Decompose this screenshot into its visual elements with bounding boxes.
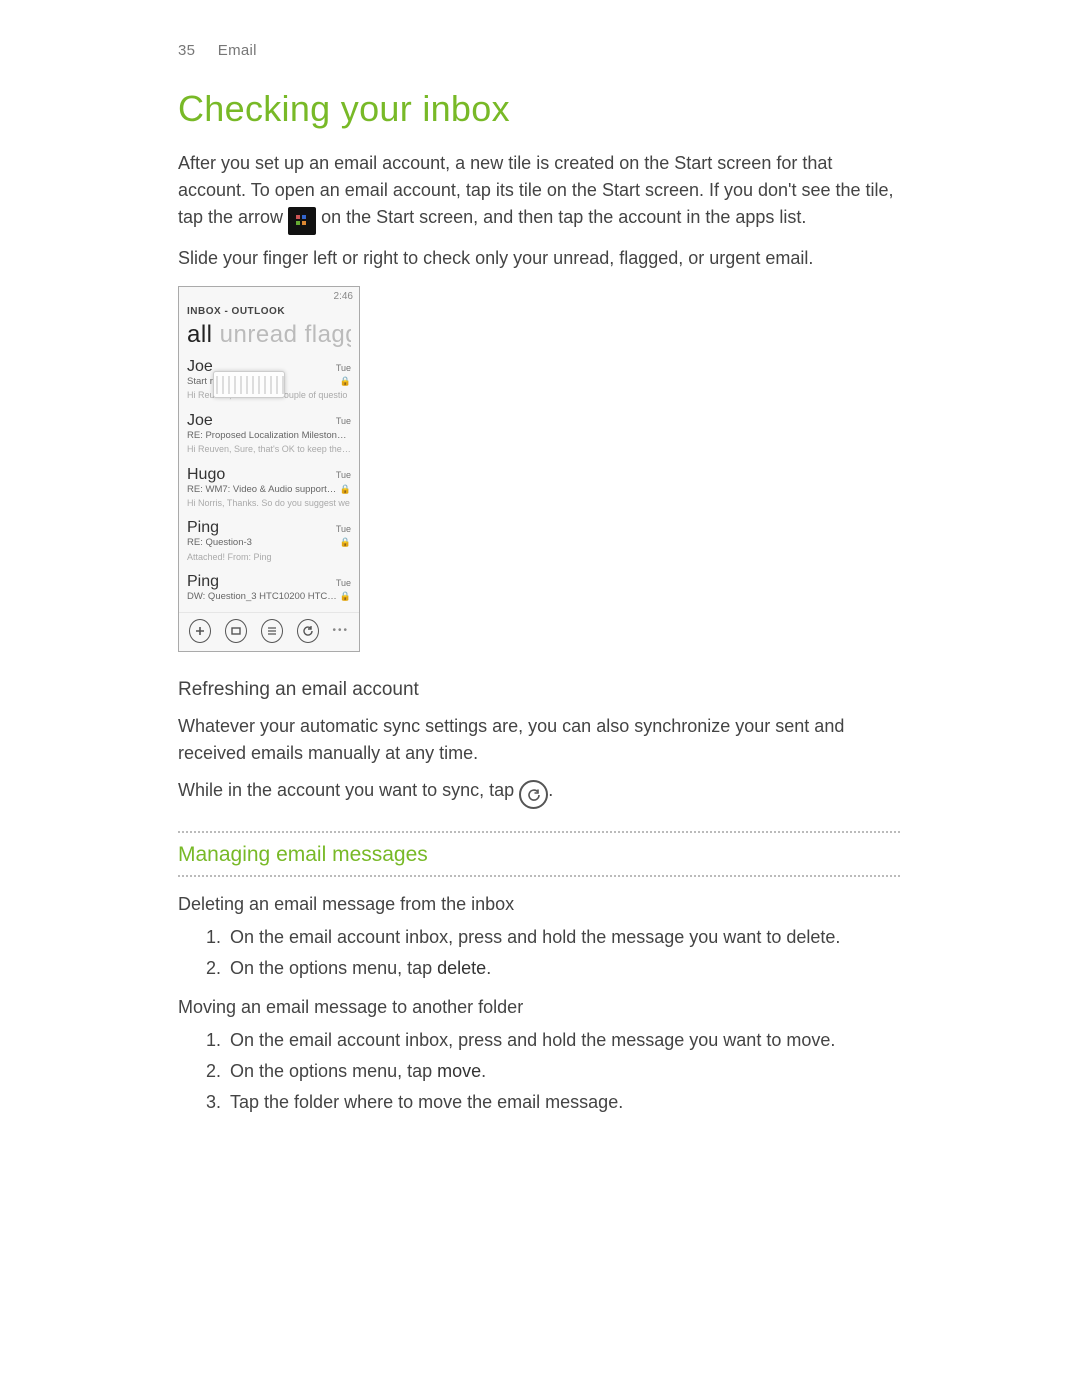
move-heading: Moving an email message to another folde… — [178, 994, 900, 1021]
move-steps: On the email account inbox, press and ho… — [178, 1027, 900, 1116]
phone-msg-sender: Joe — [187, 359, 213, 375]
refresh-heading: Refreshing an email account — [178, 676, 900, 705]
list-item: Tap the folder where to move the email m… — [226, 1089, 900, 1116]
phone-message: Joe Tue RE: Proposed Localization Milest… — [187, 407, 351, 461]
running-header: 35 Email — [178, 40, 900, 63]
section-name: Email — [218, 42, 257, 59]
phone-pivot-selected: all — [187, 321, 213, 348]
page: 35 Email Checking your inbox After you s… — [0, 0, 1080, 1397]
phone-message: Hugo Tue RE: WM7: Video & Audio supporte… — [187, 461, 351, 515]
sync-icon — [297, 619, 319, 643]
phone-msg-day: Tue — [336, 523, 351, 537]
phone-pivot-rest: unread flagg — [213, 321, 351, 348]
step-text: On the options menu, tap — [230, 958, 437, 978]
lock-icon: 🔒 — [340, 590, 351, 604]
refresh-2b: . — [548, 780, 553, 800]
list-item: On the options menu, tap delete. — [226, 955, 900, 982]
phone-msg-day: Tue — [336, 415, 351, 429]
list-item: On the email account inbox, press and ho… — [226, 1027, 900, 1054]
arrow-tile-icon — [288, 207, 316, 235]
phone-message: Ping Tue RE: Question-3 🔒 Attached! From… — [187, 514, 351, 568]
lock-icon: 🔒 — [340, 375, 351, 389]
intro-1b: on the Start screen, and then tap the ac… — [321, 207, 806, 227]
phone-msg-sender: Joe — [187, 413, 213, 429]
phone-msg-preview: Hi Norris, Thanks. So do you suggest we — [187, 497, 351, 511]
phone-msg-preview: Attached! From: Ping — [187, 551, 351, 565]
refresh-body-2: While in the account you want to sync, t… — [178, 777, 900, 810]
managing-heading: Managing email messages — [178, 839, 900, 871]
intro-paragraph-1: After you set up an email account, a new… — [178, 150, 900, 235]
lock-icon: 🔒 — [340, 483, 351, 497]
phone-pivot: all unread flagg — [187, 317, 351, 353]
phone-screenshot: 2:46 INBOX - OUTLOOK all unread flagg Jo… — [178, 286, 360, 652]
step-tail: . — [486, 958, 491, 978]
list-item: On the options menu, tap move. — [226, 1058, 900, 1085]
phone-msg-day: Tue — [336, 577, 351, 591]
more-icon: ••• — [333, 628, 350, 634]
lock-icon: 🔒 — [340, 536, 351, 550]
delete-steps: On the email account inbox, press and ho… — [178, 924, 900, 982]
step-tail: . — [481, 1061, 486, 1081]
phone-msg-day: Tue — [336, 469, 351, 483]
menu-command: delete — [437, 958, 486, 978]
refresh-2a: While in the account you want to sync, t… — [178, 780, 519, 800]
page-number: 35 — [178, 42, 195, 59]
new-mail-icon — [189, 619, 211, 643]
sync-icon — [519, 780, 548, 809]
phone-status-time: 2:46 — [179, 287, 359, 304]
phone-msg-preview: Hi Reuven, Sure, that's OK to keep the 3… — [187, 443, 351, 457]
phone-msg-day: Tue — [336, 362, 351, 376]
phone-appbar: ••• — [179, 612, 359, 651]
phone-msg-subject: DW: Question_3 HTC10200 HTC_DH_BAA — [187, 590, 340, 604]
refresh-body-1: Whatever your automatic sync settings ar… — [178, 713, 900, 767]
managing-section-title: Managing email messages — [178, 831, 900, 877]
delete-heading: Deleting an email message from the inbox — [178, 891, 900, 918]
list-item: On the email account inbox, press and ho… — [226, 924, 900, 951]
select-icon — [225, 619, 247, 643]
intro-paragraph-2: Slide your finger left or right to check… — [178, 245, 900, 272]
phone-msg-subject: RE: Question-3 — [187, 536, 252, 550]
phone-msg-subject: RE: WM7: Video & Audio supported for — [187, 483, 340, 497]
phone-message: Ping Tue DW: Question_3 HTC10200 HTC_DH_… — [187, 568, 351, 608]
step-text: On the options menu, tap — [230, 1061, 437, 1081]
page-title: Checking your inbox — [178, 89, 900, 129]
phone-msg-subject: RE: Proposed Localization Milestone Sc — [187, 429, 351, 443]
phone-msg-sender: Ping — [187, 520, 219, 536]
phone-msg-sender: Ping — [187, 574, 219, 590]
phone-msg-sender: Hugo — [187, 467, 225, 483]
menu-command: move — [437, 1061, 481, 1081]
folders-icon — [261, 619, 283, 643]
phone-swipe-thumb — [213, 371, 285, 398]
